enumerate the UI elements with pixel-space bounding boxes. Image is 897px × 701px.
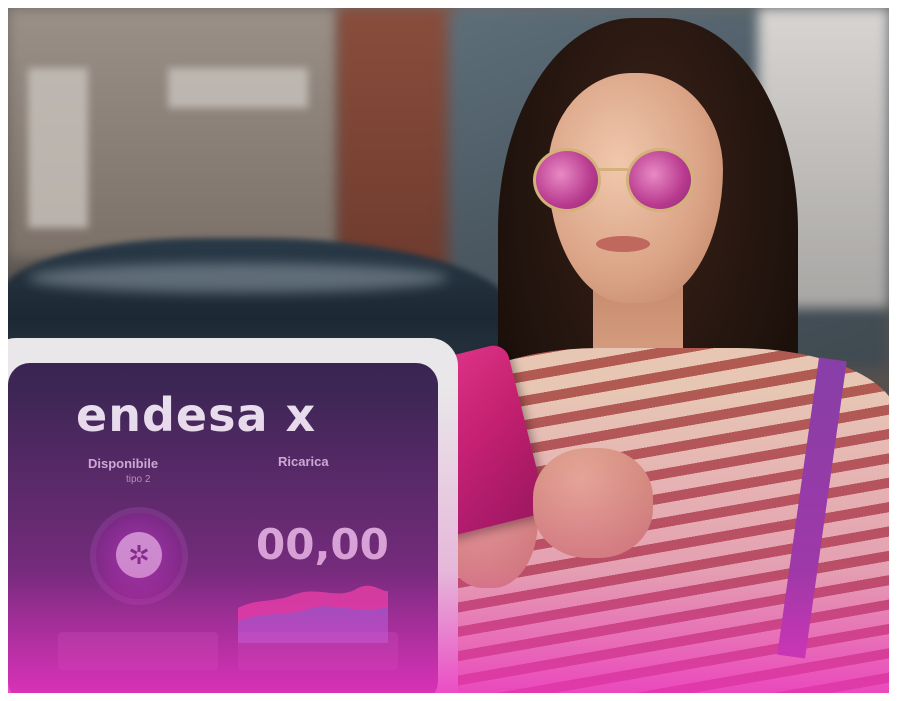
brand-logo: endesa x (76, 388, 317, 442)
background-window (168, 68, 308, 108)
woman-lips (596, 236, 650, 252)
connector-icon: ✲ (116, 532, 162, 578)
background-window (28, 68, 88, 228)
charge-label: Ricarica (278, 454, 329, 469)
sunglasses-lens-left (533, 148, 601, 212)
status-label: Disponibile (88, 456, 159, 471)
info-box-right (238, 632, 398, 670)
status-sub: tipo 2 (126, 474, 151, 485)
sunglasses-lens-right (626, 148, 694, 212)
charge-reading: 00,00 (256, 520, 389, 569)
hand-right (533, 448, 653, 558)
car-reflection (28, 263, 448, 293)
sunglasses-bridge (598, 168, 628, 171)
photo-frame: endesa x Disponibile tipo 2 Ricarica ✲ 0… (8, 8, 889, 693)
info-box-left (58, 632, 218, 670)
